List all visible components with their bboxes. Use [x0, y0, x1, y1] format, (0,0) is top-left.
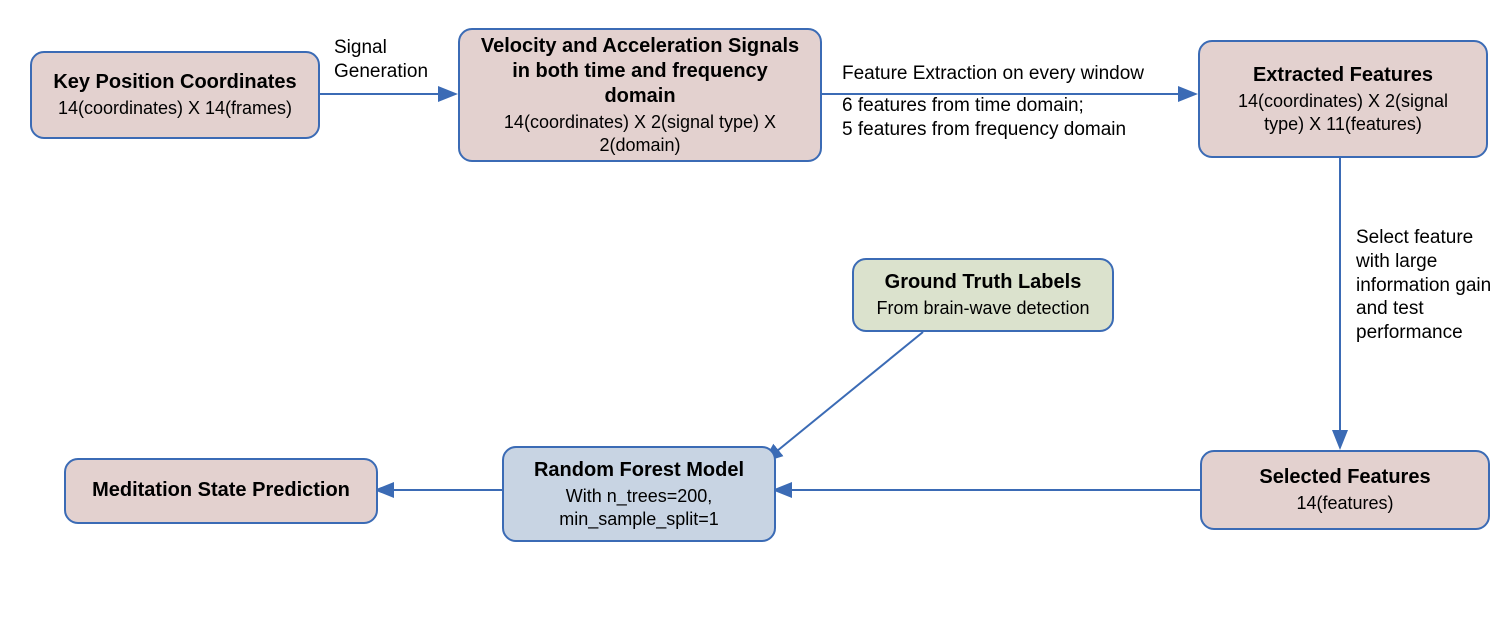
node-key-position-sub: 14(coordinates) X 14(frames)	[58, 97, 292, 120]
node-ground-truth: Ground Truth Labels From brain-wave dete…	[852, 258, 1114, 332]
node-selected-title: Selected Features	[1259, 465, 1430, 490]
node-ground-title: Ground Truth Labels	[885, 270, 1082, 295]
node-extracted: Extracted Features 14(coordinates) X 2(s…	[1198, 40, 1488, 158]
node-selected: Selected Features 14(features)	[1200, 450, 1490, 530]
node-extracted-title: Extracted Features	[1253, 63, 1433, 88]
node-selected-sub: 14(features)	[1296, 492, 1393, 515]
node-pred-title: Meditation State Prediction	[92, 478, 350, 503]
node-signals-title: Velocity and Acceleration Signals in bot…	[478, 34, 802, 109]
node-rf-title: Random Forest Model	[534, 458, 744, 483]
label-feature-extraction: Feature Extraction on every window 6 fea…	[842, 62, 1202, 141]
node-rf-sub: With n_trees=200, min_sample_split=1	[522, 485, 756, 530]
node-key-position: Key Position Coordinates 14(coordinates)…	[30, 51, 320, 139]
node-signals: Velocity and Acceleration Signals in bot…	[458, 28, 822, 162]
arrow-ground-rf	[766, 332, 923, 460]
node-extracted-sub: 14(coordinates) X 2(signal type) X 11(fe…	[1218, 90, 1468, 135]
label-signal-generation: Signal Generation	[334, 36, 464, 84]
node-random-forest: Random Forest Model With n_trees=200, mi…	[502, 446, 776, 542]
label-select-feature: Select feature with large information ga…	[1356, 226, 1500, 345]
node-ground-sub: From brain-wave detection	[876, 297, 1089, 320]
node-key-position-title: Key Position Coordinates	[53, 70, 296, 95]
node-signals-sub: 14(coordinates) X 2(signal type) X 2(dom…	[478, 111, 802, 156]
node-prediction: Meditation State Prediction	[64, 458, 378, 524]
